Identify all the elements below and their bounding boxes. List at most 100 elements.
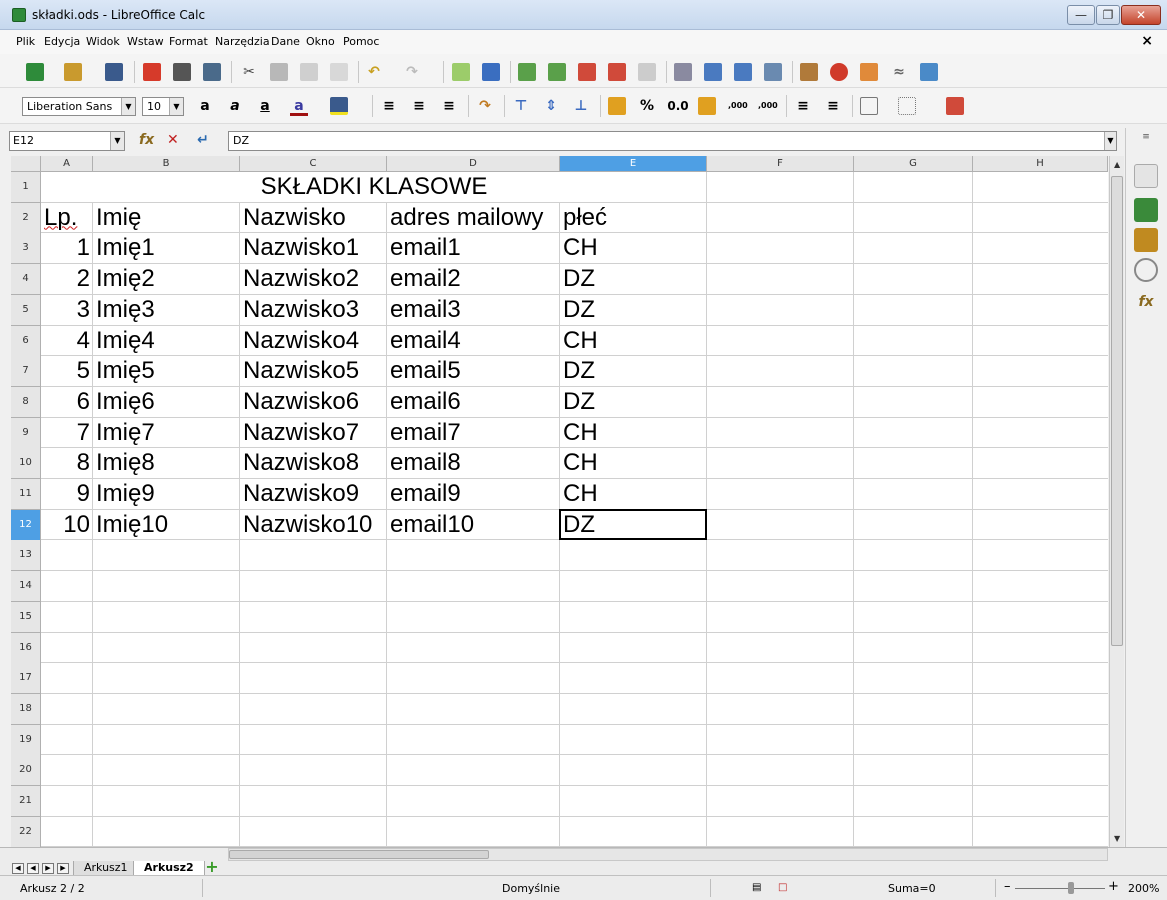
align-bottom-icon[interactable]: ⊥ xyxy=(572,98,590,116)
find-replace-icon[interactable] xyxy=(482,63,500,81)
menu-okno[interactable]: Okno xyxy=(306,35,335,48)
data-cell[interactable]: DZ xyxy=(560,387,707,418)
insert-image-icon[interactable] xyxy=(800,63,818,81)
close-window-button[interactable]: ✕ xyxy=(1121,5,1161,25)
data-cell[interactable]: Imię6 xyxy=(93,387,240,418)
data-cell[interactable]: 10 xyxy=(41,510,93,541)
functions-icon[interactable]: fx xyxy=(1134,290,1158,314)
row-header-9[interactable]: 9 xyxy=(11,417,41,449)
data-cell[interactable]: email1 xyxy=(387,233,560,264)
row-header-15[interactable]: 15 xyxy=(11,601,41,633)
header-cell[interactable]: Nazwisko xyxy=(240,203,387,234)
menu-wstaw[interactable]: Wstaw xyxy=(127,35,164,48)
menu-widok[interactable]: Widok xyxy=(86,35,120,48)
column-header-c[interactable]: C xyxy=(240,156,387,172)
indent-increase-icon[interactable]: ≡ xyxy=(794,98,812,116)
data-cell[interactable]: email2 xyxy=(387,264,560,295)
conditional-format-icon[interactable] xyxy=(946,97,964,115)
header-cell[interactable]: Lp. xyxy=(41,203,93,234)
data-cell[interactable]: Imię1 xyxy=(93,233,240,264)
print-icon[interactable] xyxy=(173,63,191,81)
border-style-icon[interactable] xyxy=(898,97,916,115)
row-header-13[interactable]: 13 xyxy=(11,540,41,572)
page-style[interactable]: Domyślnie xyxy=(502,882,560,895)
column-header-h[interactable]: H xyxy=(973,156,1108,172)
tab-arkusz2[interactable]: Arkusz2 xyxy=(133,861,205,876)
navigator-sidebar-icon[interactable] xyxy=(1134,258,1158,282)
last-sheet-button[interactable]: ▶ xyxy=(57,863,69,874)
add-decimal-icon[interactable]: ,000 xyxy=(728,98,748,116)
row-header-21[interactable]: 21 xyxy=(11,786,41,817)
delete-rows-icon[interactable] xyxy=(578,63,596,81)
function-wizard-icon[interactable]: fx xyxy=(139,132,154,148)
row-header-7[interactable]: 7 xyxy=(11,356,41,388)
cut-icon[interactable]: ✂ xyxy=(240,64,258,82)
data-cell[interactable]: Imię5 xyxy=(93,356,240,387)
row-header-17[interactable]: 17 xyxy=(11,663,41,695)
styles-icon[interactable] xyxy=(1134,198,1158,222)
row-header-20[interactable]: 20 xyxy=(11,755,41,787)
currency-icon[interactable] xyxy=(608,97,626,115)
name-box[interactable]: E12 ▼ xyxy=(9,131,125,151)
data-cell[interactable]: email7 xyxy=(387,418,560,449)
row-header-11[interactable]: 11 xyxy=(11,479,41,510)
data-cell[interactable]: DZ xyxy=(560,510,707,541)
data-cell[interactable]: Nazwisko9 xyxy=(240,479,387,510)
data-cell[interactable]: 5 xyxy=(41,356,93,387)
row-header-22[interactable]: 22 xyxy=(11,816,41,847)
expand-formula-icon[interactable]: ▼ xyxy=(1104,132,1116,150)
zoom-in-icon[interactable]: + xyxy=(1108,879,1119,894)
menu-plik[interactable]: Plik xyxy=(16,35,35,48)
horizontal-scroll-thumb[interactable] xyxy=(229,850,489,859)
accept-icon[interactable]: ↵ xyxy=(197,132,209,148)
delete-decimal-icon[interactable]: ,000 xyxy=(758,98,778,116)
font-size-box[interactable]: 10 ▼ xyxy=(142,97,184,116)
data-cell[interactable]: DZ xyxy=(560,295,707,326)
delete-columns-icon[interactable] xyxy=(608,63,626,81)
row-header-10[interactable]: 10 xyxy=(11,448,41,480)
data-cell[interactable]: Nazwisko3 xyxy=(240,295,387,326)
row-header-3[interactable]: 3 xyxy=(11,233,41,265)
row-header-18[interactable]: 18 xyxy=(11,693,41,725)
row-header-4[interactable]: 4 xyxy=(11,264,41,296)
autofilter-icon[interactable] xyxy=(764,63,782,81)
wrap-text-icon[interactable]: ↷ xyxy=(476,98,494,116)
italic-icon[interactable]: a xyxy=(226,98,244,116)
row-header-19[interactable]: 19 xyxy=(11,724,41,756)
data-cell[interactable]: Imię7 xyxy=(93,418,240,449)
data-cell[interactable]: 2 xyxy=(41,264,93,295)
align-center-icon[interactable]: ≡ xyxy=(410,98,428,116)
underline-icon[interactable]: a xyxy=(256,98,274,116)
data-cell[interactable]: Imię4 xyxy=(93,326,240,357)
data-cell[interactable]: Imię2 xyxy=(93,264,240,295)
column-header-e[interactable]: E xyxy=(560,156,707,172)
menu-pomoc[interactable]: Pomoc xyxy=(343,35,379,48)
insert-columns-icon[interactable] xyxy=(548,63,566,81)
chevron-down-icon[interactable]: ▼ xyxy=(169,98,183,115)
data-cell[interactable]: 6 xyxy=(41,387,93,418)
borders-icon[interactable] xyxy=(860,97,878,115)
data-cell[interactable]: Nazwisko5 xyxy=(240,356,387,387)
percent-icon[interactable]: % xyxy=(638,98,656,116)
column-header-d[interactable]: D xyxy=(387,156,560,172)
data-cell[interactable]: email10 xyxy=(387,510,560,541)
new-document-icon[interactable] xyxy=(26,63,44,81)
maximize-button[interactable]: ❐ xyxy=(1096,5,1120,25)
header-cell[interactable]: płeć xyxy=(560,203,707,234)
insert-rows-icon[interactable] xyxy=(518,63,536,81)
vertical-scrollbar[interactable]: ▲ ▼ xyxy=(1109,156,1124,847)
formula-input[interactable]: DZ ▼ xyxy=(228,131,1117,151)
data-cell[interactable]: 1 xyxy=(41,233,93,264)
clone-formatting-icon[interactable] xyxy=(330,63,348,81)
next-sheet-button[interactable]: ▶ xyxy=(42,863,54,874)
first-sheet-button[interactable]: ◀ xyxy=(12,863,24,874)
insert-chart-icon[interactable] xyxy=(830,63,848,81)
data-cell[interactable]: 8 xyxy=(41,448,93,479)
data-cell[interactable]: Nazwisko8 xyxy=(240,448,387,479)
align-right-icon[interactable]: ≡ xyxy=(440,98,458,116)
menu-narzedzia[interactable]: Narzędzia xyxy=(215,35,270,48)
zoom-slider-knob[interactable] xyxy=(1068,882,1074,894)
data-cell[interactable]: Nazwisko4 xyxy=(240,326,387,357)
save-icon[interactable] xyxy=(105,63,123,81)
bold-icon[interactable]: a xyxy=(196,98,214,116)
